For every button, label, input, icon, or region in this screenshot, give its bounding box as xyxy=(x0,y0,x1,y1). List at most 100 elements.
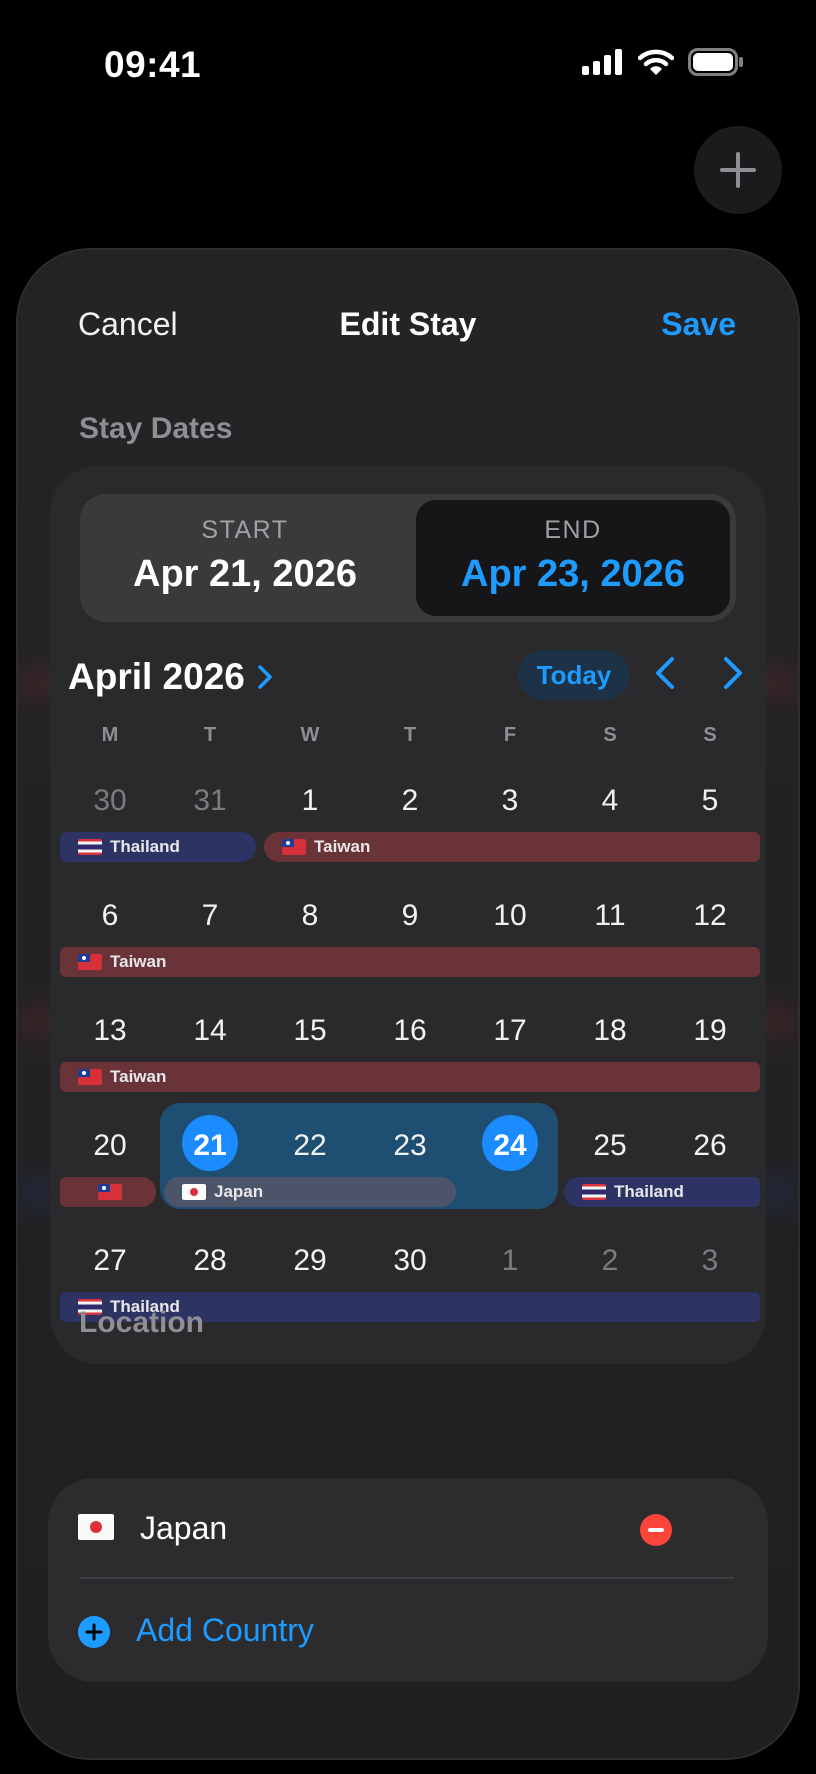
cellular-signal-icon xyxy=(582,49,622,75)
calendar-day[interactable]: 14 xyxy=(160,1014,260,1048)
calendar-day[interactable]: 19 xyxy=(660,1014,760,1048)
calendar-day[interactable]: 9 xyxy=(360,899,460,933)
country-row[interactable]: Japan xyxy=(48,1478,768,1580)
calendar-day[interactable]: 8 xyxy=(260,899,360,933)
calendar-day[interactable]: 3 xyxy=(660,1244,760,1278)
stay-dates-label: Stay Dates xyxy=(79,412,233,445)
flag-container xyxy=(78,1514,114,1545)
weekday-label: S xyxy=(703,724,717,746)
edit-stay-sheet: Cancel Edit Stay Save Stay Dates START A… xyxy=(18,250,798,1758)
status-icons xyxy=(582,48,744,76)
date-range-selector: START Apr 21, 2026 END Apr 23, 2026 xyxy=(80,494,736,622)
stay-bar-label: Taiwan xyxy=(110,1067,167,1086)
weekday-label: S xyxy=(603,724,617,746)
calendar-day[interactable]: 28 xyxy=(160,1244,260,1278)
calendar-day[interactable]: 6 xyxy=(60,899,160,933)
start-date-segment[interactable]: START Apr 21, 2026 xyxy=(80,494,410,622)
calendar-day[interactable]: 20 xyxy=(60,1129,160,1163)
taiwan-flag-icon xyxy=(98,1184,122,1200)
thailand-flag-icon xyxy=(582,1184,606,1200)
plus-icon xyxy=(720,152,756,188)
calendar-day[interactable]: 16 xyxy=(360,1014,460,1048)
stay-bar-japan[interactable]: Japan xyxy=(164,1177,456,1207)
calendar-day[interactable]: 2 xyxy=(360,784,460,818)
calendar-day[interactable]: 26 xyxy=(660,1129,760,1163)
remove-country-icon[interactable] xyxy=(640,1514,672,1546)
stay-bar-label: Thailand xyxy=(110,837,180,856)
calendar-day[interactable]: 23 xyxy=(360,1129,460,1163)
calendar-day[interactable]: 18 xyxy=(560,1014,660,1048)
stay-bar-label: Taiwan xyxy=(110,952,167,971)
calendar-day[interactable]: 13 xyxy=(60,1014,160,1048)
calendar-day[interactable]: 3 xyxy=(460,784,560,818)
stay-bar-taiwan[interactable]: Taiwan xyxy=(264,832,760,862)
calendar-day[interactable]: 1 xyxy=(460,1244,560,1278)
sheet-header: Cancel Edit Stay Save xyxy=(18,250,798,370)
calendar-week: 30 31 1 2 3 4 5 Thailand Taiwan xyxy=(60,784,760,884)
battery-icon xyxy=(688,48,743,76)
weekday-label: W xyxy=(300,724,320,746)
calendar-day[interactable]: 25 xyxy=(560,1129,660,1163)
calendar-day[interactable]: 30 xyxy=(360,1244,460,1278)
chevron-right-icon xyxy=(258,665,272,689)
save-button[interactable]: Save xyxy=(661,306,736,343)
divider xyxy=(80,1577,734,1579)
calendar-day[interactable]: 2 xyxy=(560,1244,660,1278)
month-label: April 2026 xyxy=(68,656,245,697)
wifi-icon xyxy=(638,49,674,75)
calendar-day[interactable]: 30 xyxy=(60,784,160,818)
stay-bar-label: Japan xyxy=(214,1182,264,1201)
calendar-day[interactable]: 27 xyxy=(60,1244,160,1278)
stay-bar-label: Thailand xyxy=(614,1182,684,1201)
calendar-day[interactable]: 22 xyxy=(260,1129,360,1163)
calendar-day[interactable]: 11 xyxy=(560,899,660,933)
calendar-day-selected-start[interactable]: 21 xyxy=(160,1129,260,1163)
taiwan-flag-icon xyxy=(78,954,102,970)
end-caption: END xyxy=(544,516,602,544)
status-time: 09:41 xyxy=(104,44,202,85)
stay-dates-card: START Apr 21, 2026 END Apr 23, 2026 Apri… xyxy=(50,466,766,1364)
add-button[interactable] xyxy=(694,126,782,214)
stay-bar-label: Taiwan xyxy=(314,837,371,856)
stay-bar-taiwan[interactable]: Taiwan xyxy=(60,1062,760,1092)
end-date-value: Apr 23, 2026 xyxy=(461,553,685,595)
calendar-header: April 2026 Today xyxy=(50,650,766,710)
weekday-label: T xyxy=(403,724,417,746)
calendar-week: 13 14 15 16 17 18 19 Taiwan xyxy=(60,1014,760,1114)
country-name: Japan xyxy=(140,1510,228,1546)
taiwan-flag-icon xyxy=(78,1069,102,1085)
add-country-button[interactable]: Add Country xyxy=(48,1580,768,1682)
calendar-day-selected-end[interactable]: 24 xyxy=(460,1129,560,1163)
japan-flag-icon xyxy=(182,1184,206,1200)
weekday-label: T xyxy=(203,724,217,746)
calendar-day[interactable]: 31 xyxy=(160,784,260,818)
calendar-week: 6 7 8 9 10 11 12 Taiwan xyxy=(60,899,760,999)
weekday-label: M xyxy=(101,724,119,746)
month-picker-button[interactable]: April 2026 xyxy=(68,656,273,698)
today-button[interactable]: Today xyxy=(518,650,630,700)
calendar-week: 20 21 22 23 24 25 26 Japan Thailand xyxy=(60,1103,760,1229)
calendar-day[interactable]: 17 xyxy=(460,1014,560,1048)
calendar-day[interactable]: 10 xyxy=(460,899,560,933)
calendar-day[interactable]: 1 xyxy=(260,784,360,818)
start-date-value: Apr 21, 2026 xyxy=(133,553,357,595)
weekday-header: M T W T F S S xyxy=(60,724,760,747)
location-card: Japan Add Country xyxy=(48,1478,768,1682)
japan-flag-icon xyxy=(78,1514,114,1540)
status-bar: 09:41 xyxy=(0,0,816,130)
calendar-day[interactable]: 7 xyxy=(160,899,260,933)
end-date-segment[interactable]: END Apr 23, 2026 xyxy=(416,500,730,616)
add-country-label: Add Country xyxy=(136,1612,314,1648)
calendar-day[interactable]: 15 xyxy=(260,1014,360,1048)
stay-bar-thailand[interactable]: Thailand xyxy=(564,1177,760,1207)
calendar-day[interactable]: 5 xyxy=(660,784,760,818)
stay-bar-taiwan[interactable]: Taiwan xyxy=(60,947,760,977)
weekday-label: F xyxy=(503,724,517,746)
next-month-icon[interactable] xyxy=(722,656,744,690)
previous-month-icon[interactable] xyxy=(654,656,676,690)
calendar-day[interactable]: 4 xyxy=(560,784,660,818)
stay-bar-taiwan[interactable] xyxy=(60,1177,156,1207)
calendar-day[interactable]: 29 xyxy=(260,1244,360,1278)
stay-bar-thailand[interactable]: Thailand xyxy=(60,832,256,862)
calendar-day[interactable]: 12 xyxy=(660,899,760,933)
